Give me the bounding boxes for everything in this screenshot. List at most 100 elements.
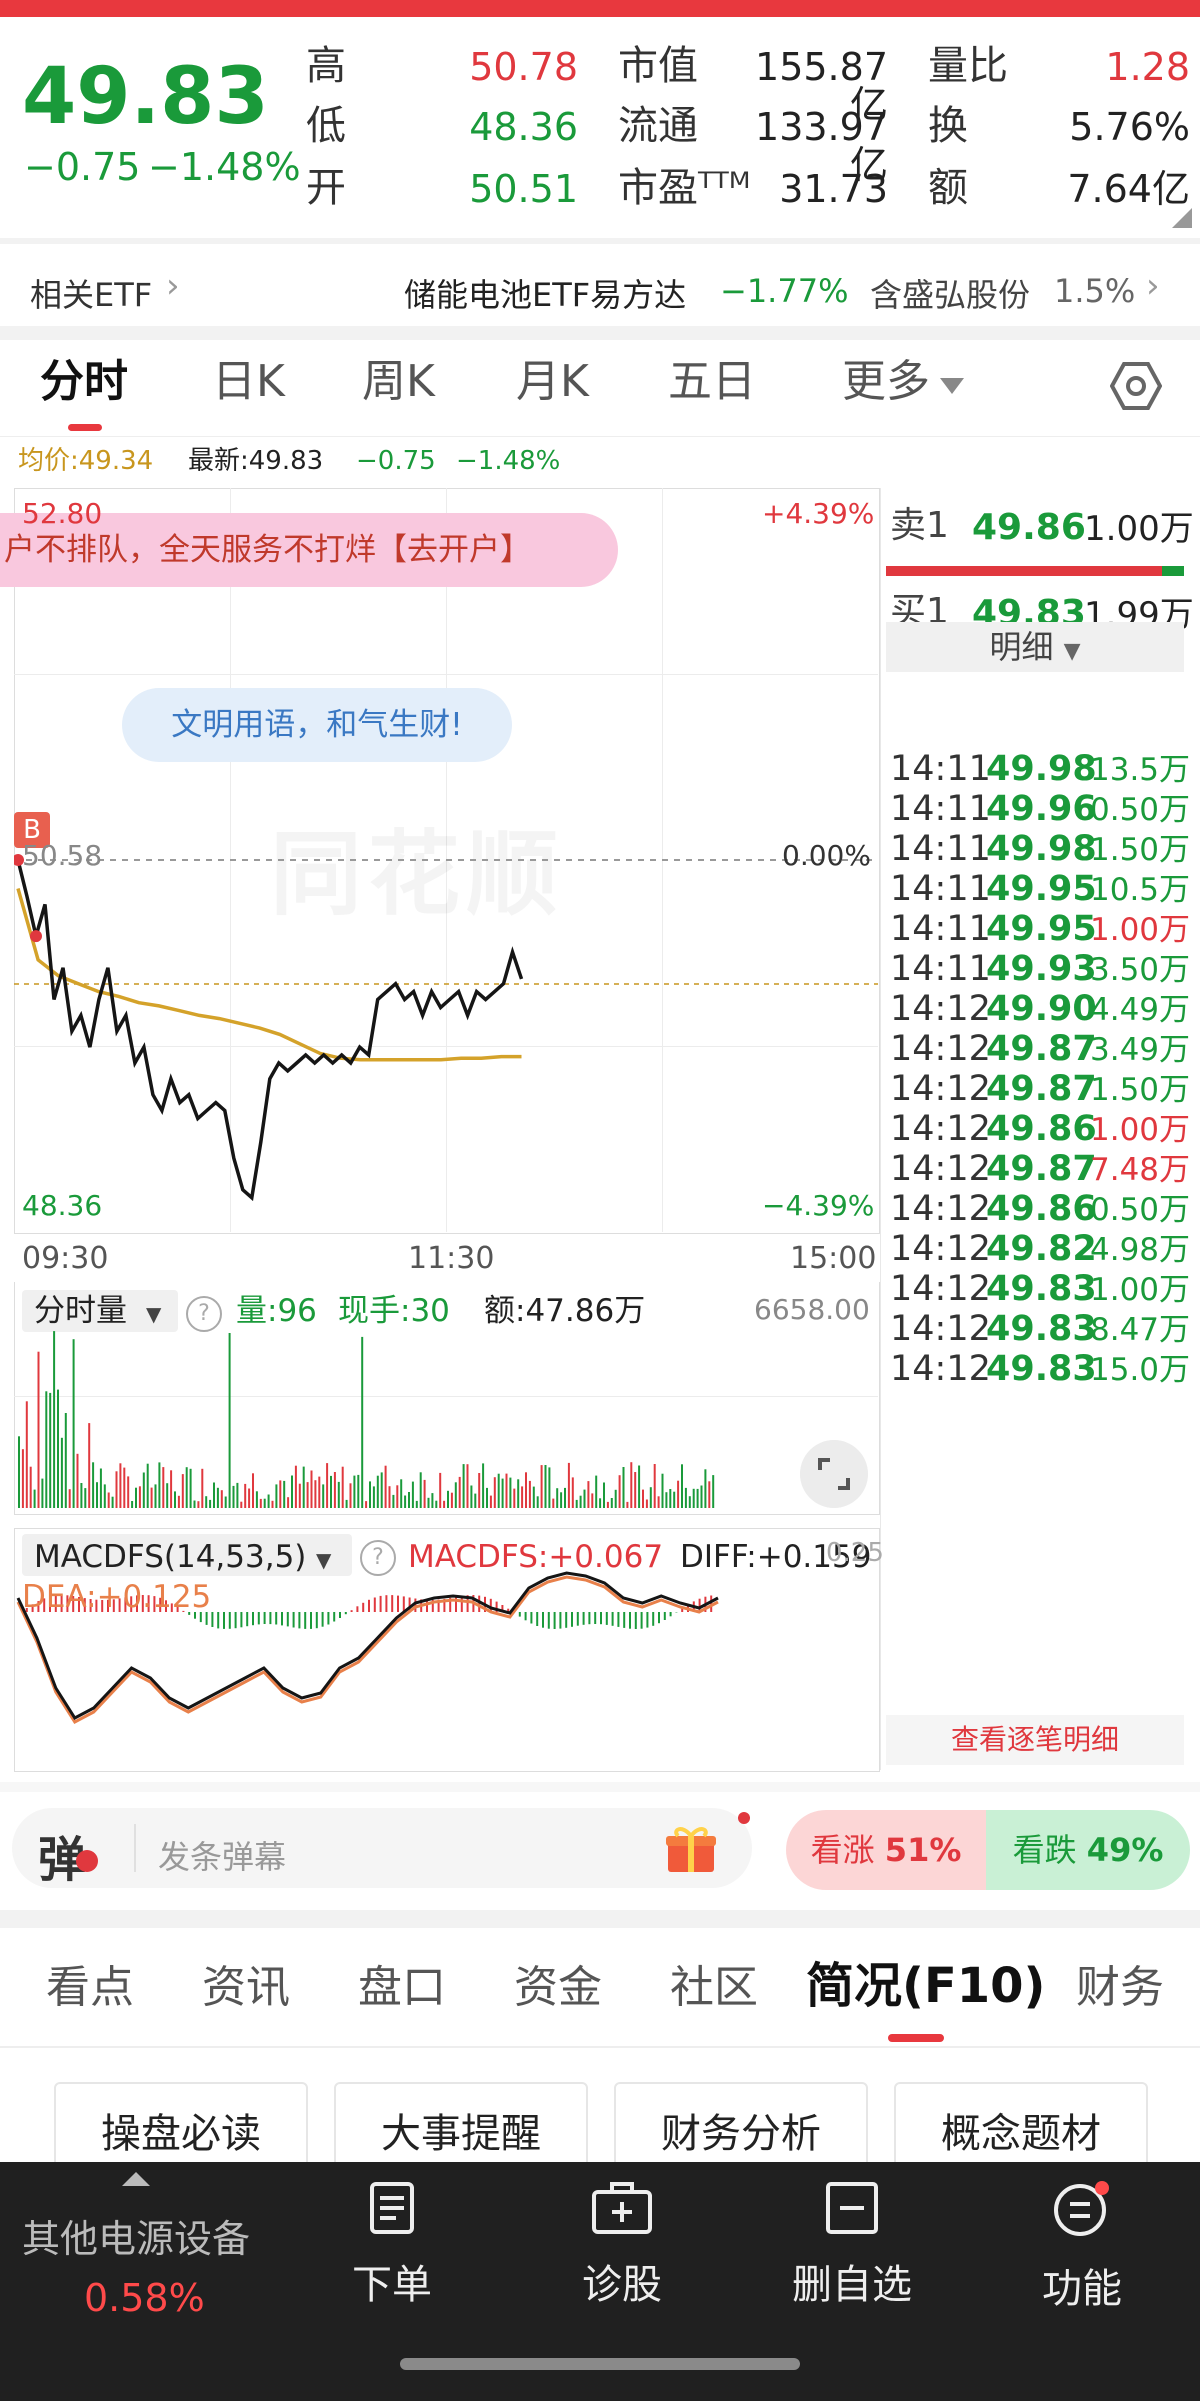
nav-diagnose[interactable]: 诊股 <box>542 2180 702 2310</box>
volume-bar <box>657 1496 660 1508</box>
y-ref-label: 50.58 <box>22 839 103 872</box>
macd-bar <box>257 1612 260 1625</box>
avg-price: 均价:49.34 <box>18 446 154 476</box>
sector-name[interactable]: 其他电源设备 <box>22 2208 250 2263</box>
tick-volume: 1.50万 <box>1090 832 1191 868</box>
danmu-input-pill[interactable] <box>12 1808 752 1888</box>
tick-price: 49.83 <box>986 1269 1097 1309</box>
gift-icon[interactable] <box>664 1822 718 1876</box>
volume-bar <box>333 1472 336 1508</box>
tab-weekly-k[interactable]: 周K <box>362 360 435 404</box>
volume-bar <box>267 1494 270 1508</box>
volume-bar <box>283 1480 286 1508</box>
volume-bar <box>88 1423 91 1508</box>
time-label-open: 09:30 <box>22 1241 109 1276</box>
tab-highlights[interactable]: 看点 <box>46 1966 134 2010</box>
volume-bar <box>544 1465 547 1508</box>
macd-bar <box>228 1612 231 1629</box>
tab-five-day[interactable]: 五日 <box>668 360 756 404</box>
caret-up-icon[interactable] <box>122 2172 150 2186</box>
macd-bar <box>623 1612 626 1628</box>
expand-corner-icon[interactable] <box>1172 208 1192 228</box>
intraday-plot <box>14 854 878 1202</box>
nav-remove-watchlist[interactable]: 删自选 <box>772 2180 932 2310</box>
macd-bar <box>304 1612 307 1629</box>
volume-bar <box>25 1401 28 1508</box>
nav-order[interactable]: 下单 <box>312 2180 472 2310</box>
tick-time: 14:11 <box>890 869 991 909</box>
macd-bar <box>629 1612 631 1629</box>
settings-hexagon-icon[interactable] <box>1110 360 1162 412</box>
tick-price: 49.83 <box>986 1349 1097 1389</box>
vote-bullish-button[interactable]: 看涨 51% <box>786 1810 986 1890</box>
chevron-right-icon: › <box>166 266 180 306</box>
tick-volume: 4.49万 <box>1090 992 1191 1028</box>
volume-bar <box>645 1499 648 1508</box>
volume-bar <box>466 1464 469 1508</box>
tab-quote-board[interactable]: 盘口 <box>358 1966 446 2010</box>
volume-bar <box>439 1472 442 1508</box>
macd-bar <box>327 1612 330 1625</box>
stat-value-turnover: 5.76% <box>1069 105 1190 149</box>
danmu-input[interactable]: 发条弹幕 <box>158 1832 286 1878</box>
tab-funds[interactable]: 资金 <box>514 1966 602 2010</box>
volume-bar <box>154 1484 157 1508</box>
stat-value-pe: 31.73 <box>779 167 888 211</box>
nav-functions[interactable]: 功能 <box>1002 2180 1162 2314</box>
volume-bar <box>29 1466 32 1508</box>
volume-bar <box>583 1489 586 1508</box>
macd-bar <box>385 1595 388 1612</box>
macd-bar <box>594 1612 597 1624</box>
volume-bar <box>497 1473 500 1508</box>
tab-f10[interactable]: 简况(F10) <box>806 1962 1045 2010</box>
volume-bar <box>37 1351 40 1508</box>
expand-icon[interactable] <box>800 1440 868 1508</box>
help-icon[interactable]: ? <box>360 1540 396 1576</box>
volume-bar <box>248 1488 251 1508</box>
volume-bar <box>700 1485 703 1508</box>
etf-name[interactable]: 储能电池ETF易方达 <box>404 270 686 316</box>
tab-daily-k[interactable]: 日K <box>212 360 285 404</box>
tick-time: 14:12 <box>890 1189 991 1229</box>
tick-row: 14:1149.9813.5万 <box>890 752 1190 787</box>
stat-value-amount: 7.64亿 <box>1067 167 1190 211</box>
tab-community[interactable]: 社区 <box>670 1966 758 2010</box>
volume-bar <box>528 1480 531 1508</box>
volume-bar <box>634 1472 637 1508</box>
volume-bar <box>513 1488 516 1508</box>
tick-volume: 1.50万 <box>1090 1072 1191 1108</box>
chevron-right-icon[interactable]: › <box>1146 266 1160 306</box>
tab-news[interactable]: 资讯 <box>202 1966 290 2010</box>
volume-bar <box>571 1477 574 1508</box>
vote-bearish-button[interactable]: 看跌 49% <box>986 1810 1190 1890</box>
macd-bar <box>600 1612 602 1625</box>
volume-bar <box>115 1471 118 1508</box>
tab-intraday[interactable]: 分时 <box>40 360 128 404</box>
tick-volume: 1.00万 <box>1090 1272 1191 1308</box>
tick-row: 14:1249.871.50万 <box>890 1072 1190 1107</box>
volume-bar <box>688 1496 691 1508</box>
tick-time: 14:12 <box>890 1069 991 1109</box>
top-accent-bar <box>0 0 1200 17</box>
medical-kit-icon <box>592 2182 652 2234</box>
home-indicator[interactable] <box>400 2358 800 2370</box>
volume-bar <box>205 1496 208 1508</box>
macd-bar <box>269 1612 272 1625</box>
volume-bar <box>18 1436 20 1508</box>
tab-monthly-k[interactable]: 月K <box>516 360 589 404</box>
macd-bar <box>379 1595 382 1612</box>
tab-finance[interactable]: 财务 <box>1076 1966 1164 2010</box>
macd-bar <box>547 1612 550 1629</box>
detail-dropdown[interactable]: 明细 ▼ <box>886 622 1184 672</box>
vote-bearish-pct: 49% <box>1086 1831 1164 1869</box>
tab-more[interactable]: 更多 <box>842 360 930 404</box>
stat-label-float: 流通 <box>618 103 698 149</box>
macd-bar <box>321 1612 324 1627</box>
tick-row: 14:1149.981.50万 <box>890 832 1190 867</box>
volume-bar <box>349 1483 352 1508</box>
view-all-ticks-link[interactable]: 查看逐笔明细 <box>886 1715 1184 1765</box>
macd-bar <box>426 1599 428 1612</box>
tick-time: 14:11 <box>890 909 991 949</box>
macd-bar <box>310 1612 312 1629</box>
vote-bullish-pct: 51% <box>884 1831 962 1869</box>
